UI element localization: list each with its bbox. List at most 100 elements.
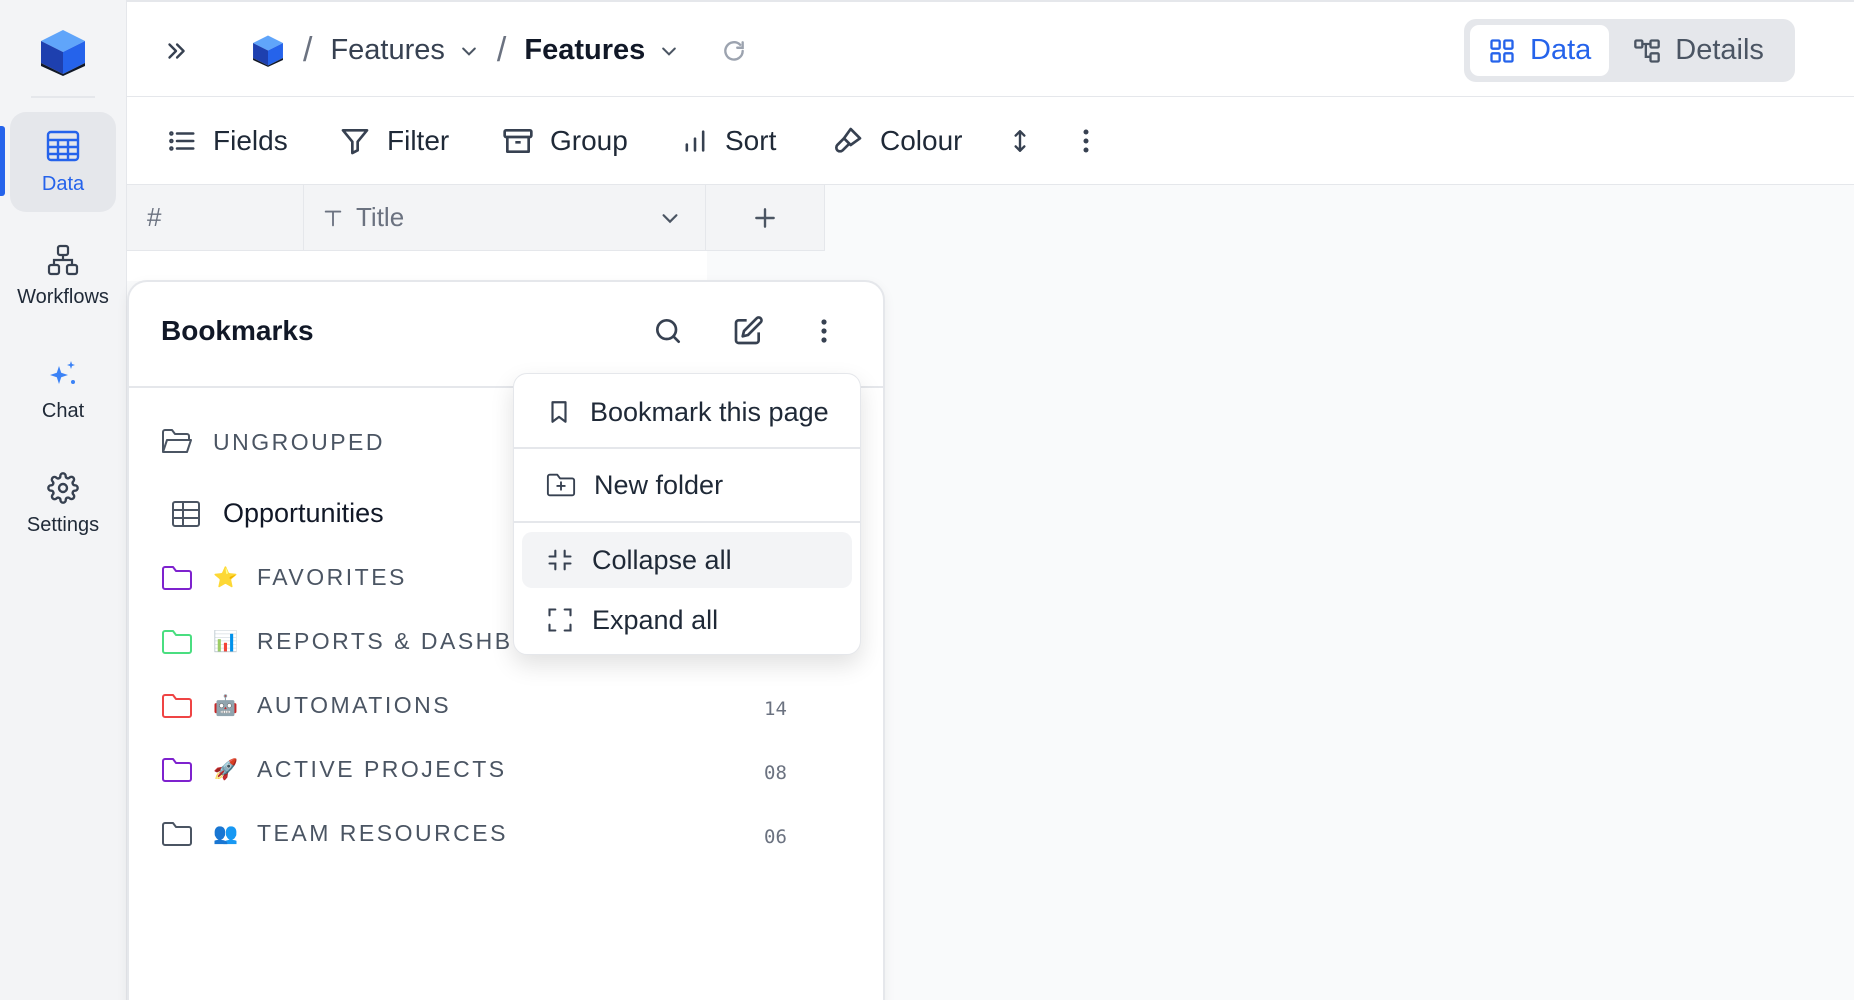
group-button[interactable]: Group bbox=[502, 97, 628, 185]
sort-bars-icon bbox=[681, 127, 709, 155]
folder-plus-icon bbox=[546, 472, 576, 498]
chevron-down-icon[interactable] bbox=[659, 207, 681, 229]
folder-icon bbox=[161, 757, 193, 783]
archive-icon bbox=[502, 125, 534, 157]
menu-item-label: Expand all bbox=[592, 604, 719, 635]
arrows-vertical-icon bbox=[1007, 126, 1033, 156]
breadcrumb-separator: / bbox=[303, 31, 313, 69]
ungrouped-label: UNGROUPED bbox=[213, 428, 386, 455]
chevrons-right-icon bbox=[163, 38, 189, 64]
text-type-icon bbox=[322, 207, 344, 229]
active-indicator bbox=[0, 126, 5, 196]
folder-automations[interactable]: 🤖 AUTOMATIONS bbox=[161, 692, 451, 719]
breadcrumb-item-workspace[interactable]: Features bbox=[330, 34, 478, 67]
paintbrush-icon bbox=[832, 125, 864, 157]
filter-button[interactable]: Filter bbox=[339, 97, 449, 185]
rocket-emoji-icon: 🚀 bbox=[213, 759, 238, 781]
row-number-label: # bbox=[147, 202, 162, 232]
view-details-label: Details bbox=[1675, 34, 1764, 66]
chevron-down-icon bbox=[459, 41, 479, 61]
folder-team-resources[interactable]: 👥 TEAM RESOURCES bbox=[161, 820, 508, 847]
view-toggle: Data Details bbox=[1464, 19, 1795, 82]
group-label: Group bbox=[550, 125, 628, 156]
folder-count: 06 bbox=[764, 826, 787, 848]
ungrouped-section[interactable]: UNGROUPED bbox=[161, 428, 385, 456]
grid-body bbox=[127, 251, 707, 281]
nav-item-label: Chat bbox=[41, 399, 85, 422]
menu-item-label: Bookmark this page bbox=[590, 396, 829, 427]
toolbar: Fields Filter Group Sort Colour bbox=[127, 97, 1854, 185]
sort-label: Sort bbox=[725, 125, 777, 156]
breadcrumb-separator: / bbox=[496, 31, 507, 69]
workflow-icon bbox=[47, 244, 79, 276]
menu-item-label: New folder bbox=[594, 469, 724, 500]
sort-button[interactable]: Sort bbox=[681, 97, 776, 185]
view-data-button[interactable]: Data bbox=[1470, 25, 1610, 76]
folder-label: FAVORITES bbox=[257, 564, 407, 590]
view-data-label: Data bbox=[1530, 34, 1592, 66]
folder-open-icon bbox=[161, 428, 193, 456]
people-emoji-icon: 👥 bbox=[213, 823, 238, 845]
more-vertical-icon[interactable] bbox=[819, 315, 829, 347]
column-label: Title bbox=[356, 202, 405, 232]
menu-divider bbox=[514, 447, 860, 449]
more-options-button[interactable] bbox=[1081, 97, 1091, 185]
column-header-title[interactable]: Title bbox=[304, 185, 706, 251]
nav-item-settings[interactable]: Settings bbox=[10, 454, 116, 554]
robot-emoji-icon: 🤖 bbox=[213, 695, 238, 717]
app-window: Data Workflows Chat Settings / Features … bbox=[0, 0, 1854, 1000]
edit-icon[interactable] bbox=[732, 315, 764, 347]
breadcrumb-label: Features bbox=[330, 34, 445, 66]
folder-icon bbox=[161, 821, 193, 847]
menu-divider bbox=[514, 521, 860, 523]
view-details-button[interactable]: Details bbox=[1615, 25, 1782, 76]
grid-header: # Title bbox=[127, 185, 825, 251]
menu-item-bookmark-page[interactable]: Bookmark this page bbox=[522, 384, 852, 440]
app-logo-icon[interactable] bbox=[38, 28, 88, 76]
add-column-button[interactable] bbox=[706, 185, 825, 251]
bookmarks-options-menu: Bookmark this page New folder Collapse a… bbox=[513, 373, 861, 655]
star-emoji-icon: ⭐ bbox=[213, 567, 238, 589]
gear-icon bbox=[47, 471, 79, 504]
folder-label: ACTIVE PROJECTS bbox=[257, 756, 507, 782]
grid-icon bbox=[1488, 37, 1516, 65]
nav-item-workflows[interactable]: Workflows bbox=[10, 226, 116, 326]
more-vertical-icon bbox=[1081, 128, 1091, 154]
colour-button[interactable]: Colour bbox=[832, 97, 962, 185]
fields-button[interactable]: Fields bbox=[167, 97, 288, 185]
menu-item-collapse-all[interactable]: Collapse all bbox=[522, 532, 852, 588]
bookmark-item-opportunities[interactable]: Opportunities bbox=[171, 498, 384, 529]
folder-count: 08 bbox=[764, 762, 787, 784]
chart-emoji-icon: 📊 bbox=[213, 631, 238, 653]
collapse-icon bbox=[546, 546, 574, 574]
expand-sidebar-button[interactable] bbox=[163, 2, 189, 99]
workspace-logo-icon[interactable] bbox=[251, 34, 285, 67]
folder-active-projects[interactable]: 🚀 ACTIVE PROJECTS bbox=[161, 756, 507, 783]
bookmarks-title: Bookmarks bbox=[161, 315, 314, 346]
top-bar: / Features / Features Data Details bbox=[127, 0, 1854, 97]
row-height-button[interactable] bbox=[1007, 97, 1033, 185]
menu-item-expand-all[interactable]: Expand all bbox=[522, 592, 852, 648]
expand-icon bbox=[546, 606, 574, 634]
nav-item-label: Settings bbox=[26, 513, 100, 536]
sparkles-icon bbox=[47, 358, 79, 390]
bookmark-label: Opportunities bbox=[223, 498, 384, 528]
folder-favorites[interactable]: ⭐ FAVORITES bbox=[161, 564, 407, 591]
menu-item-new-folder[interactable]: New folder bbox=[522, 457, 852, 513]
nav-item-label: Workflows bbox=[17, 285, 109, 308]
nav-item-data[interactable]: Data bbox=[10, 112, 116, 212]
refresh-icon[interactable] bbox=[721, 38, 747, 64]
nav-item-chat[interactable]: Chat bbox=[10, 340, 116, 440]
search-icon[interactable] bbox=[652, 315, 684, 347]
folder-count: 14 bbox=[764, 698, 787, 720]
nav-rail: Data Workflows Chat Settings bbox=[0, 0, 127, 1000]
list-icon bbox=[167, 126, 197, 156]
fields-label: Fields bbox=[213, 125, 288, 156]
plus-icon bbox=[752, 205, 778, 231]
breadcrumb: / Features / Features bbox=[251, 2, 747, 99]
details-icon bbox=[1633, 37, 1661, 65]
menu-item-label: Collapse all bbox=[592, 544, 732, 575]
table-icon bbox=[45, 129, 81, 163]
breadcrumb-item-table[interactable]: Features bbox=[524, 34, 679, 67]
bookmark-icon bbox=[546, 398, 572, 426]
